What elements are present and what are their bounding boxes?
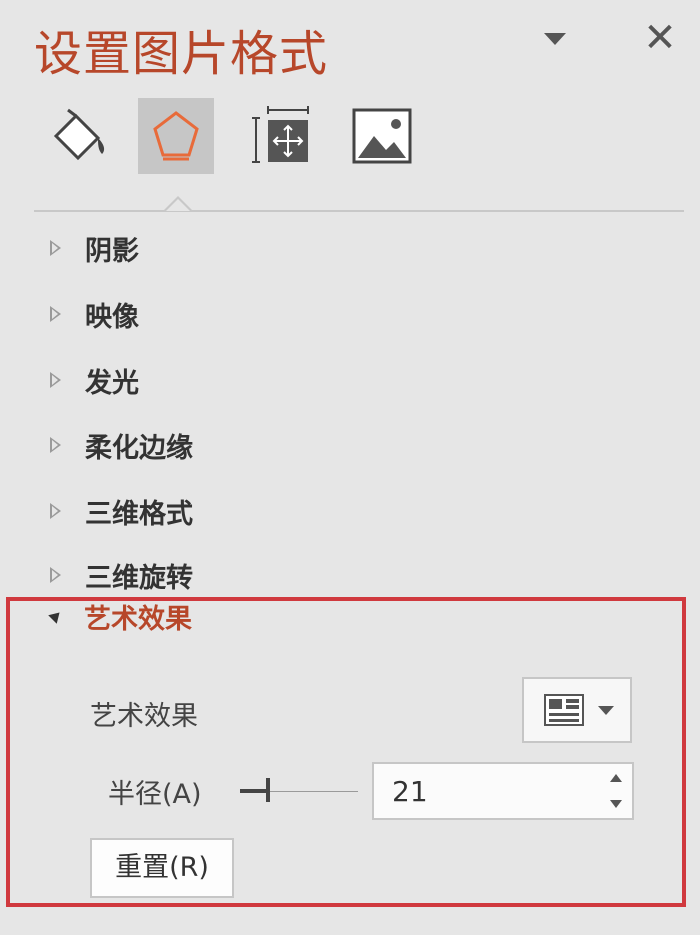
artistic-effect-label: 艺术效果 — [90, 701, 198, 732]
picture-icon — [352, 108, 412, 164]
pane-title: 设置图片格式 — [34, 26, 329, 82]
tab-effects[interactable] — [138, 98, 214, 174]
section-label: 发光 — [85, 367, 139, 399]
section-label: 艺术效果 — [84, 603, 192, 635]
tab-size-properties[interactable] — [244, 98, 320, 174]
close-button[interactable]: ✕ — [640, 18, 680, 58]
expand-arrow-icon — [50, 503, 61, 519]
section-artistic-effects[interactable]: 艺术效果 — [48, 596, 192, 636]
category-tabs — [0, 98, 700, 178]
section-soft-edges[interactable]: 柔化边缘 — [50, 425, 193, 465]
tab-picture[interactable] — [344, 98, 420, 174]
pane-options-dropdown[interactable] — [540, 28, 570, 50]
reset-button[interactable]: 重置(R) — [90, 838, 234, 898]
chevron-down-icon — [598, 705, 614, 715]
radius-label: 半径(A) — [108, 779, 202, 810]
section-shadow[interactable]: 阴影 — [50, 228, 139, 268]
spin-down-icon[interactable] — [610, 800, 622, 808]
expand-arrow-icon — [50, 240, 61, 256]
tabs-divider — [34, 210, 684, 212]
section-label: 柔化边缘 — [85, 432, 193, 464]
radius-input[interactable]: 21 — [372, 762, 634, 820]
collapse-arrow-icon — [48, 608, 64, 624]
radius-value[interactable]: 21 — [392, 775, 602, 808]
section-3d-format[interactable]: 三维格式 — [50, 491, 193, 531]
size-position-icon — [252, 106, 309, 163]
artistic-effect-dropdown[interactable] — [522, 677, 632, 743]
expand-arrow-icon — [50, 306, 61, 322]
section-label: 映像 — [85, 301, 139, 333]
expand-arrow-icon — [50, 567, 61, 583]
spin-up-icon[interactable] — [610, 774, 622, 782]
section-reflection[interactable]: 映像 — [50, 294, 139, 334]
section-3d-rotation[interactable]: 三维旋转 — [50, 555, 193, 595]
chevron-down-icon — [544, 33, 566, 45]
section-label: 三维格式 — [85, 498, 193, 530]
expand-arrow-icon — [50, 372, 61, 388]
radius-spinner[interactable] — [602, 766, 632, 816]
paint-bucket-icon — [53, 108, 105, 161]
radius-slider[interactable] — [240, 778, 358, 802]
slider-thumb[interactable] — [266, 778, 270, 802]
tab-fill-line[interactable] — [40, 98, 116, 174]
effect-thumbnail-icon — [544, 694, 584, 726]
slider-fill — [240, 789, 268, 793]
section-glow[interactable]: 发光 — [50, 360, 139, 400]
section-label: 三维旋转 — [85, 562, 193, 594]
section-label: 阴影 — [85, 235, 139, 267]
expand-arrow-icon — [50, 437, 61, 453]
pentagon-icon — [153, 111, 199, 161]
